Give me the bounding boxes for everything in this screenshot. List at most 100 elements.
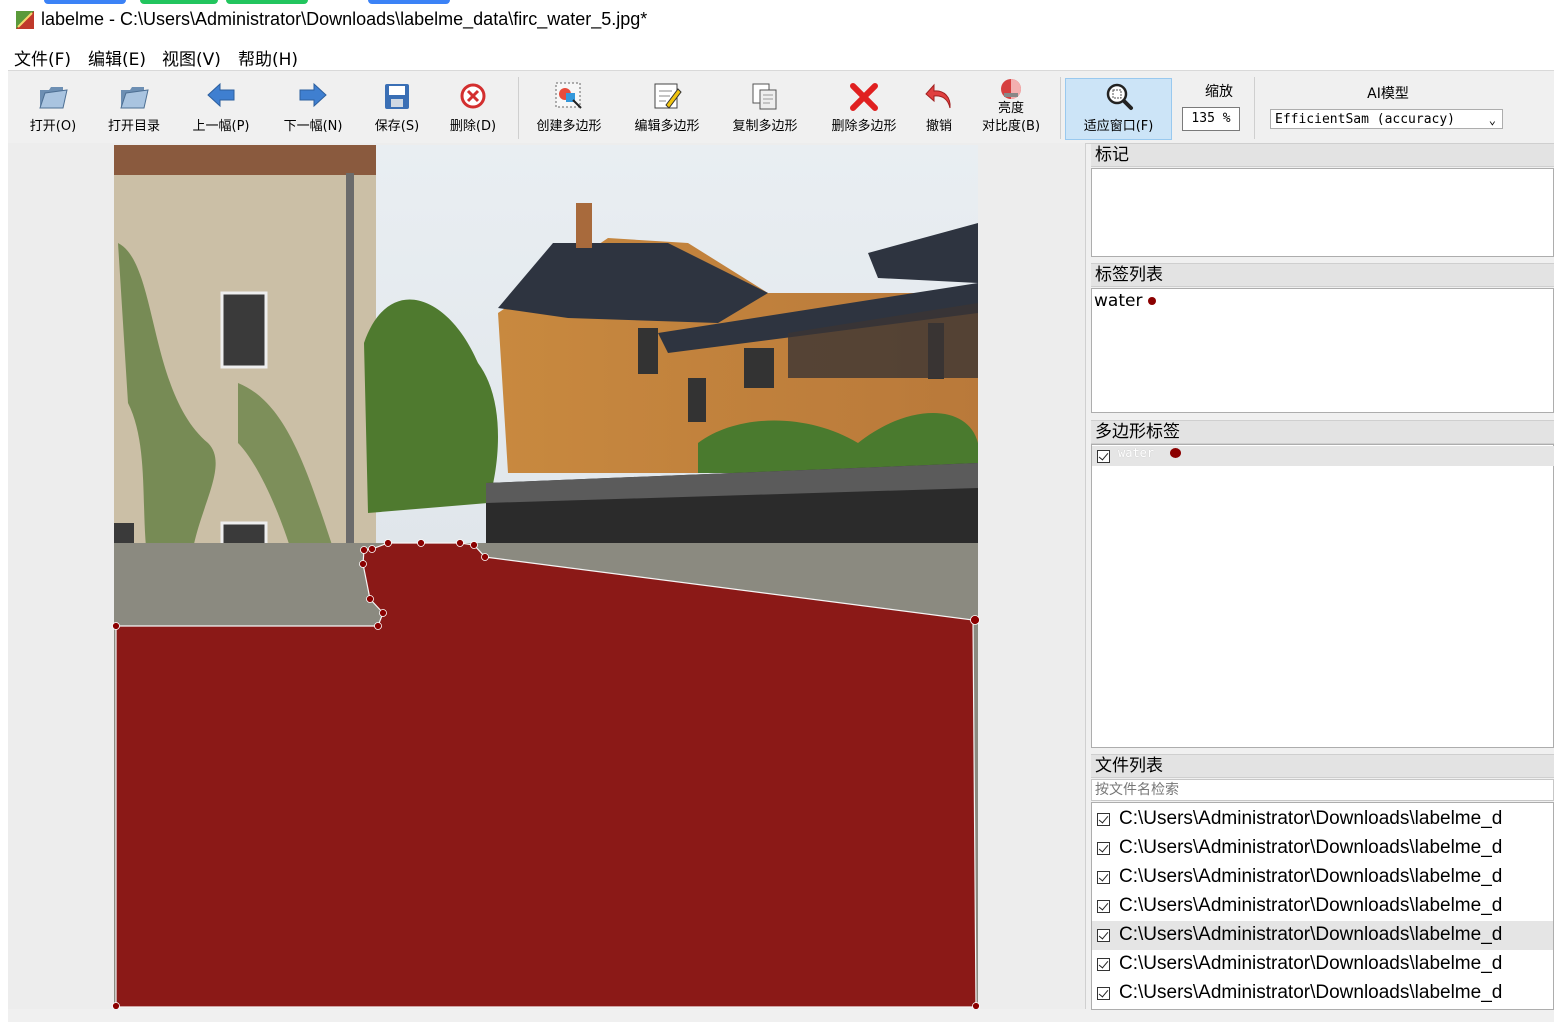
toolbar: 打开(O) 打开目录 上一幅(P) 下一幅(N) 保存(S) 删除(D) 创建多… bbox=[8, 70, 1554, 144]
file-path: C:\Users\Administrator\Downloads\labelme… bbox=[1119, 895, 1503, 916]
photo-roof-left bbox=[114, 145, 376, 175]
annotation-canvas[interactable] bbox=[8, 143, 1086, 1009]
photo-window bbox=[744, 348, 774, 388]
polygon-vertex[interactable] bbox=[417, 539, 425, 547]
delete-circle-icon bbox=[460, 83, 486, 109]
file-path: C:\Users\Administrator\Downloads\labelme… bbox=[1119, 837, 1503, 858]
file-list-item[interactable]: C:\Users\Administrator\Downloads\labelme… bbox=[1092, 892, 1553, 921]
file-list-panel: C:\Users\Administrator\Downloads\labelme… bbox=[1091, 802, 1554, 1010]
open-button[interactable]: 打开(O) bbox=[20, 79, 86, 139]
polygon-labels-panel bbox=[1091, 444, 1554, 748]
status-bar bbox=[8, 1010, 1554, 1022]
open-dir-button-label: 打开目录 bbox=[107, 119, 160, 134]
taskbar-pill bbox=[226, 0, 308, 4]
label-list-panel: water bbox=[1091, 288, 1554, 413]
polygon-vertex[interactable] bbox=[366, 595, 374, 603]
title-bar: labelme - C:\Users\Administrator\Downloa… bbox=[0, 0, 1554, 42]
brightness-contrast-button[interactable]: 亮度 对比度(B) bbox=[972, 79, 1050, 139]
file-list-item[interactable]: C:\Users\Administrator\Downloads\labelme… bbox=[1092, 863, 1553, 892]
file-path: C:\Users\Administrator\Downloads\labelme… bbox=[1119, 866, 1503, 887]
menu-bar bbox=[0, 42, 1554, 70]
file-path: C:\Users\Administrator\Downloads\labelme… bbox=[1119, 808, 1503, 829]
ai-model-select[interactable]: EfficientSam (accuracy) ⌄ bbox=[1270, 109, 1503, 129]
arrow-right-icon bbox=[299, 82, 327, 108]
fit-window-button[interactable]: 适应窗口(F) bbox=[1065, 78, 1172, 140]
file-done-checkbox[interactable] bbox=[1097, 842, 1110, 855]
flags-panel bbox=[1091, 168, 1554, 257]
file-path: C:\Users\Administrator\Downloads\labelme… bbox=[1119, 924, 1503, 945]
save-button[interactable]: 保存(S) bbox=[364, 79, 430, 139]
create-polygon-icon bbox=[555, 82, 582, 109]
copy-polygon-button[interactable]: 复制多边形 bbox=[724, 79, 806, 139]
polygon-vertex[interactable] bbox=[374, 622, 382, 630]
undo-label: 撤销 bbox=[925, 119, 952, 134]
polygon-vertex[interactable] bbox=[970, 615, 980, 625]
file-search-input[interactable]: 按文件名检索 bbox=[1091, 779, 1554, 801]
open-dir-button[interactable]: 打开目录 bbox=[100, 79, 168, 139]
ai-model-value: EfficientSam (accuracy) bbox=[1275, 112, 1456, 127]
delete-file-label: 删除(D) bbox=[449, 119, 497, 134]
file-done-checkbox[interactable] bbox=[1097, 871, 1110, 884]
file-done-checkbox[interactable] bbox=[1097, 958, 1110, 971]
undo-arrow-icon bbox=[925, 83, 951, 109]
toolbar-separator bbox=[1254, 77, 1255, 139]
edit-polygon-button[interactable]: 编辑多边形 bbox=[626, 79, 708, 139]
open-button-label: 打开(O) bbox=[29, 119, 77, 134]
menu-edit[interactable]: 编辑(E) bbox=[88, 45, 146, 70]
red-x-icon bbox=[850, 83, 878, 111]
save-button-label: 保存(S) bbox=[374, 119, 420, 134]
polygon-vertex[interactable] bbox=[368, 545, 376, 553]
file-list-item[interactable]: C:\Users\Administrator\Downloads\labelme… bbox=[1092, 834, 1553, 863]
polygon-visibility-checkbox[interactable] bbox=[1097, 450, 1110, 463]
copy-polygon-label: 复制多边形 bbox=[732, 119, 798, 134]
polygon-vertex[interactable] bbox=[112, 1002, 120, 1010]
menu-view[interactable]: 视图(V) bbox=[162, 45, 221, 70]
file-list-item-selected[interactable]: C:\Users\Administrator\Downloads\labelme… bbox=[1092, 921, 1553, 950]
zoom-input[interactable]: 135 % bbox=[1182, 107, 1240, 131]
prev-image-label: 上一幅(P) bbox=[192, 119, 250, 134]
polygon-vertex[interactable] bbox=[972, 1002, 980, 1010]
file-path: C:\Users\Administrator\Downloads\labelme… bbox=[1119, 953, 1503, 974]
next-image-button[interactable]: 下一幅(N) bbox=[274, 79, 352, 139]
file-path: C:\Users\Administrator\Downloads\labelme… bbox=[1119, 982, 1503, 1003]
delete-polygon-label: 删除多边形 bbox=[831, 119, 897, 134]
file-done-checkbox[interactable] bbox=[1097, 929, 1110, 942]
file-done-checkbox[interactable] bbox=[1097, 987, 1110, 1000]
window-left-edge bbox=[0, 42, 8, 1022]
polygon-vertex[interactable] bbox=[384, 539, 392, 547]
prev-image-button[interactable]: 上一幅(P) bbox=[184, 79, 258, 139]
folder-open-icon bbox=[120, 87, 149, 109]
photo-window bbox=[220, 291, 268, 369]
copy-polygon-icon bbox=[752, 83, 777, 110]
file-done-checkbox[interactable] bbox=[1097, 813, 1110, 826]
polygon-vertex[interactable] bbox=[456, 539, 464, 547]
delete-file-button[interactable]: 删除(D) bbox=[440, 79, 506, 139]
file-list-item[interactable]: C:\Users\Administrator\Downloads\labelme… bbox=[1092, 950, 1553, 979]
canvas-image[interactable] bbox=[8, 143, 1085, 1009]
create-polygon-button[interactable]: 创建多边形 bbox=[528, 79, 610, 139]
taskbar-pill bbox=[44, 0, 126, 4]
polygon-vertex[interactable] bbox=[359, 560, 367, 568]
flags-dock-title: 标记 bbox=[1091, 143, 1554, 167]
polygon-vertex[interactable] bbox=[481, 553, 489, 561]
delete-polygon-button[interactable]: 删除多边形 bbox=[822, 79, 906, 139]
arrow-left-icon bbox=[207, 82, 235, 108]
zoom-fit-icon bbox=[1106, 83, 1133, 110]
polygon-vertex[interactable] bbox=[470, 541, 478, 549]
fit-window-label: 适应窗口(F) bbox=[1083, 119, 1154, 134]
labelme-app-icon bbox=[16, 11, 34, 29]
label-list-item[interactable]: water bbox=[1094, 291, 1157, 311]
edit-polygon-icon bbox=[654, 83, 682, 109]
polygon-vertex[interactable] bbox=[379, 609, 387, 617]
polygon-vertex[interactable] bbox=[360, 546, 368, 554]
polygon-vertex[interactable] bbox=[112, 622, 120, 630]
file-list-item[interactable]: C:\Users\Administrator\Downloads\labelme… bbox=[1092, 805, 1553, 834]
folder-open-icon bbox=[39, 87, 68, 109]
undo-button[interactable]: 撤销 bbox=[914, 79, 964, 139]
file-done-checkbox[interactable] bbox=[1097, 900, 1110, 913]
menu-help[interactable]: 帮助(H) bbox=[238, 45, 298, 70]
file-list-item[interactable]: C:\Users\Administrator\Downloads\labelme… bbox=[1092, 979, 1553, 1008]
taskbar-pill bbox=[140, 0, 218, 4]
menu-file[interactable]: 文件(F) bbox=[14, 45, 71, 70]
polygon-label-item[interactable]: water bbox=[1092, 446, 1554, 466]
